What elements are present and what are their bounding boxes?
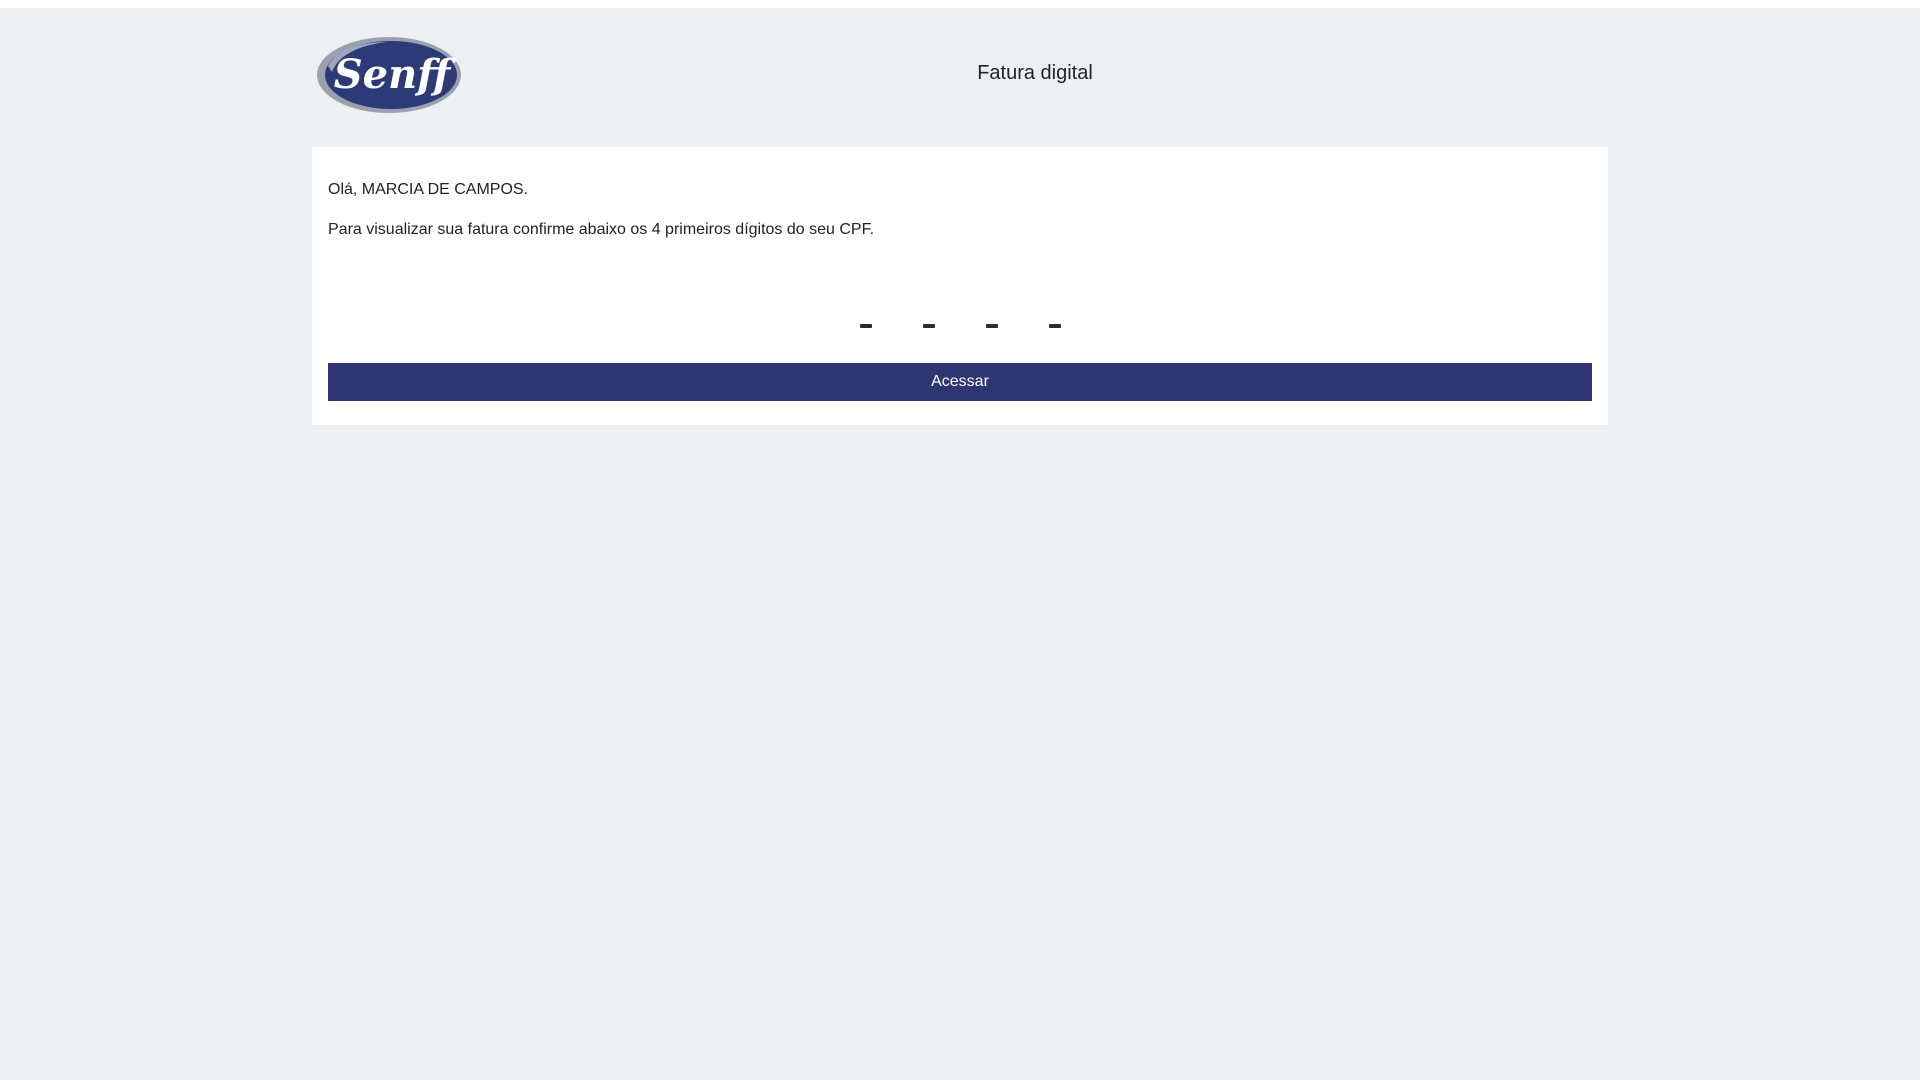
top-strip [0, 0, 1920, 8]
header: Senff Fatura digital [312, 28, 1608, 118]
access-button[interactable]: Acessar [328, 363, 1592, 401]
cpf-verification-card: Olá, MARCIA DE CAMPOS. Para visualizar s… [312, 147, 1608, 425]
digit-underline [985, 324, 998, 328]
digit-underline [859, 324, 872, 328]
instruction-text: Para visualizar sua fatura confirme abai… [328, 221, 875, 238]
page-title: Fatura digital [977, 62, 1093, 84]
digit-underline [922, 324, 935, 328]
cpf-digit-3-input[interactable] [974, 295, 1009, 335]
greeting-text: Olá, MARCIA DE CAMPOS. [328, 181, 529, 198]
page: Senff Fatura digital Olá, MARCIA DE CAMP… [0, 8, 1920, 1080]
digit-underline [1048, 324, 1061, 328]
cpf-digit-1-input[interactable] [848, 295, 883, 335]
cpf-digit-4-input[interactable] [1037, 295, 1072, 335]
cpf-digit-2-input[interactable] [911, 295, 946, 335]
cpf-digit-inputs [312, 295, 1608, 335]
